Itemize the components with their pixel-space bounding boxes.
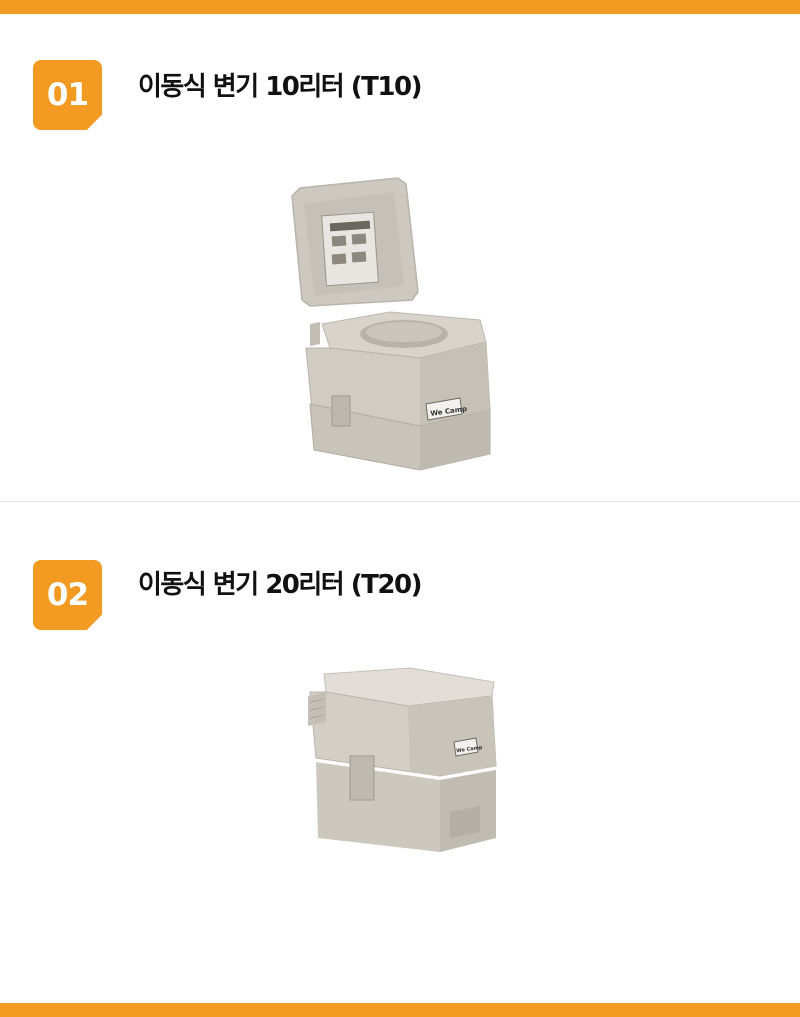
product-section-t10: 01 이동식 변기 10리터 (T10) We Camp	[0, 14, 800, 501]
portable-toilet-10l-image: We Camp	[291, 177, 491, 471]
portable-toilet-20l-image: We Camp	[308, 667, 497, 852]
item-number-badge: 01	[33, 60, 102, 130]
product-title: 이동식 변기 10리터 (T10)	[138, 72, 422, 102]
product-section-t20: 02 이동식 변기 20리터 (T20) We Camp	[0, 502, 800, 1003]
item-number-badge: 02	[33, 560, 102, 630]
top-accent-bar	[0, 0, 800, 14]
bottom-accent-bar	[0, 1003, 800, 1017]
product-title: 이동식 변기 20리터 (T20)	[138, 570, 422, 600]
